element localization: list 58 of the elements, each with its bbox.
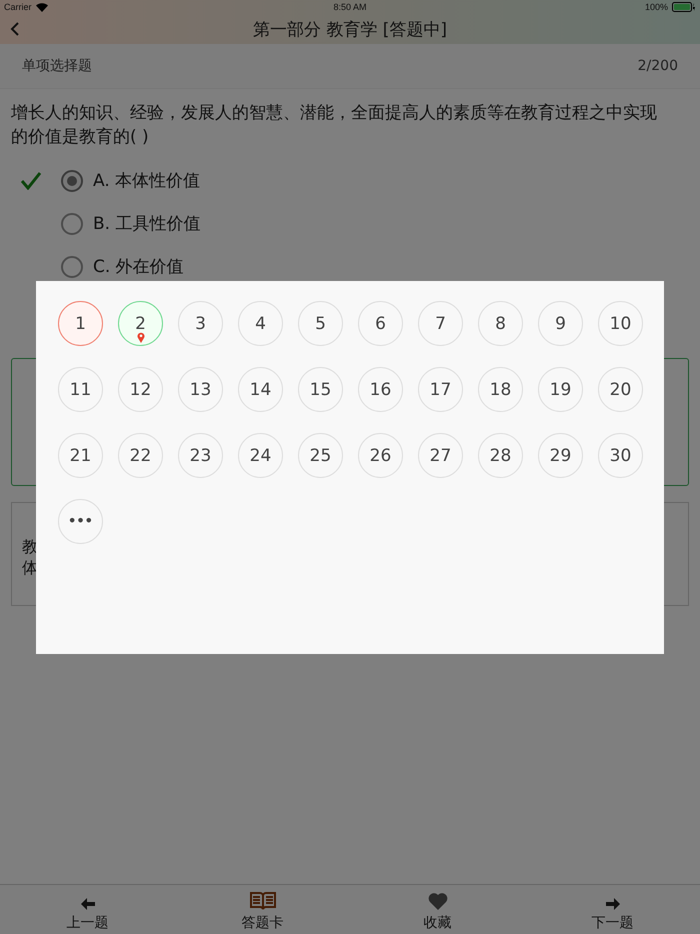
question-number-button[interactable]: 17 <box>418 367 463 412</box>
radio-button[interactable] <box>61 212 83 234</box>
location-pin-icon <box>137 332 145 343</box>
back-icon[interactable] <box>10 22 20 36</box>
question-number-button[interactable]: 7 <box>418 301 463 346</box>
question-number-button[interactable]: 15 <box>298 367 343 412</box>
question-text: 增长人的知识、经验，发展人的智慧、潜能，全面提高人的素质等在教育过程之中实现的价值是教育的( ) <box>11 102 658 149</box>
option-label[interactable]: A. 本体性价值 <box>93 169 200 192</box>
right-arrow-icon <box>606 898 620 910</box>
question-number-button[interactable]: 13 <box>178 367 223 412</box>
reference-text: 体 <box>22 558 39 579</box>
radio-button[interactable] <box>61 256 83 278</box>
question-number-button[interactable]: 10 <box>598 301 643 346</box>
question-number-button[interactable]: 3 <box>178 301 223 346</box>
question-number-button[interactable]: 9 <box>538 301 583 346</box>
heart-icon <box>428 892 448 910</box>
question-number-button[interactable]: 20 <box>598 367 643 412</box>
page-title: 第一部分 教育学 [答题中] <box>252 18 448 40</box>
clock-time: 8:50 AM <box>332 2 368 12</box>
question-number-button[interactable]: 12 <box>118 367 163 412</box>
question-number-button[interactable]: 6 <box>358 301 403 346</box>
question-number-button[interactable]: 8 <box>478 301 523 346</box>
battery-icon <box>672 2 696 12</box>
question-number-button[interactable]: 11 <box>58 367 103 412</box>
question-number-button[interactable]: 23 <box>178 433 223 478</box>
question-counter: 2/200 <box>638 58 678 74</box>
option-label[interactable]: B. 工具性价值 <box>93 212 200 235</box>
option-label[interactable]: C. 外在价值 <box>93 255 184 278</box>
question-number-button[interactable]: 21 <box>58 433 103 478</box>
question-number-button[interactable]: 14 <box>238 367 283 412</box>
wifi-icon <box>36 2 48 12</box>
carrier-label: Carrier <box>4 2 32 12</box>
question-number-button[interactable]: 24 <box>238 433 283 478</box>
question-number-button[interactable]: 19 <box>538 367 583 412</box>
question-number-button[interactable]: 26 <box>358 433 403 478</box>
tab-item[interactable]: 上一题 <box>0 885 175 934</box>
question-number-button[interactable]: 27 <box>418 433 463 478</box>
question-number-button[interactable]: 5 <box>298 301 343 346</box>
question-number-button[interactable]: ••• <box>58 499 103 544</box>
tab-item[interactable]: 收藏 <box>350 885 525 934</box>
question-number-button[interactable]: 25 <box>298 433 343 478</box>
question-number-button[interactable]: 29 <box>538 433 583 478</box>
reference-text: 教 <box>22 537 39 558</box>
question-type: 单项选择题 <box>22 57 92 75</box>
book-icon <box>250 892 276 910</box>
question-number-button[interactable]: 2 <box>118 301 163 346</box>
question-number-button[interactable]: 28 <box>478 433 523 478</box>
left-arrow-icon <box>80 898 94 910</box>
question-number-button[interactable]: 30 <box>598 433 643 478</box>
question-number-button[interactable]: 4 <box>238 301 283 346</box>
question-number-button[interactable]: 16 <box>358 367 403 412</box>
tab-item[interactable]: 答题卡 <box>175 885 350 934</box>
question-number-button[interactable]: 1 <box>58 301 103 346</box>
question-number-button[interactable]: 18 <box>478 367 523 412</box>
question-number-button[interactable]: 22 <box>118 433 163 478</box>
radio-button[interactable] <box>61 170 83 192</box>
tab-item[interactable]: 下一题 <box>525 885 700 934</box>
battery-percent: 100% <box>644 2 668 12</box>
